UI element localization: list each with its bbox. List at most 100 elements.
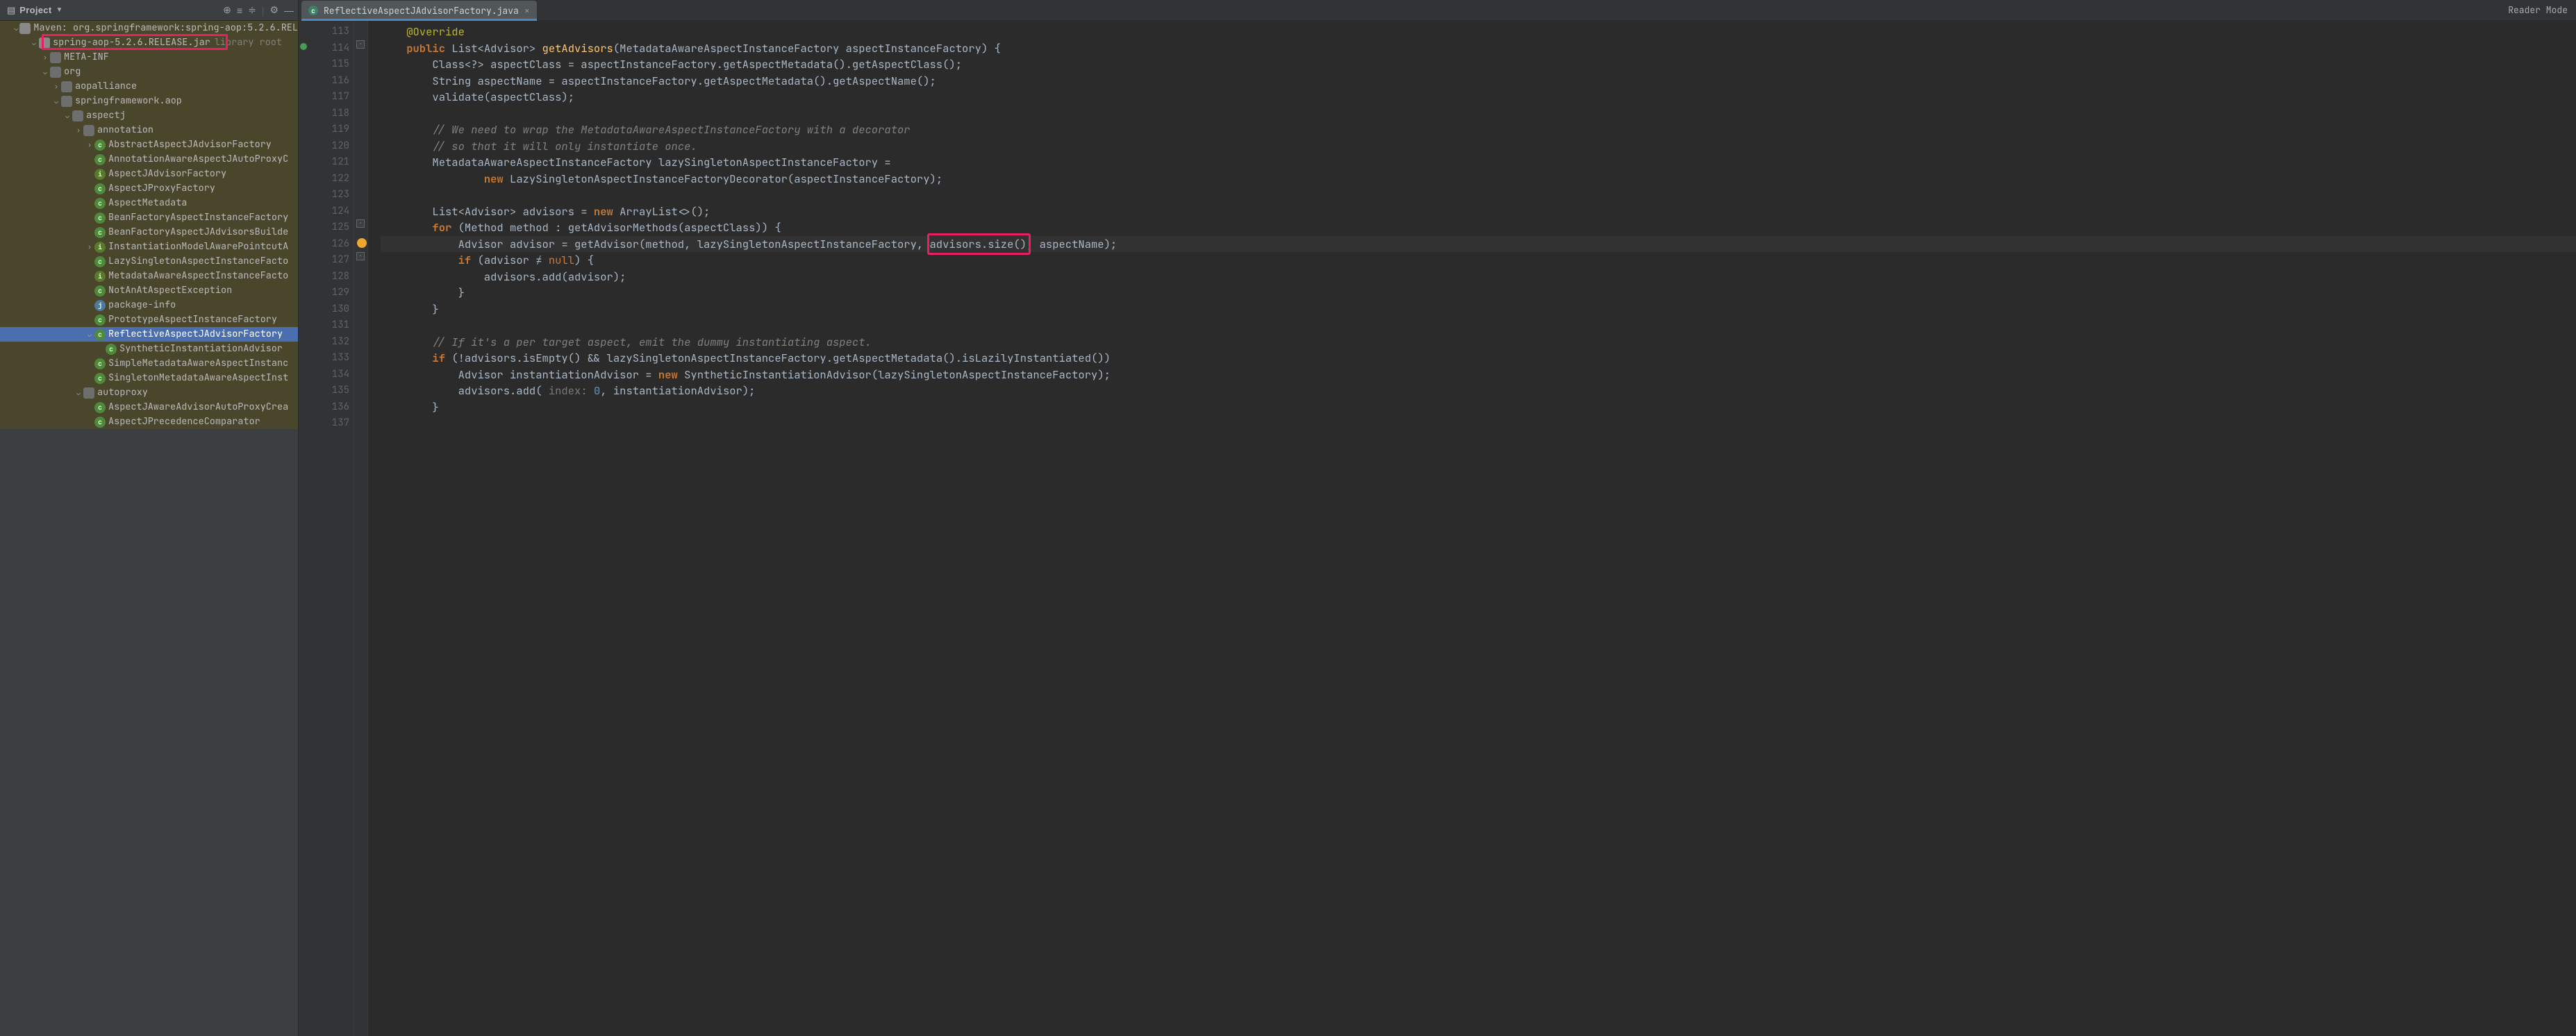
code-line[interactable]: if (!advisors.isEmpty() && lazySingleton… bbox=[381, 350, 2576, 367]
chevron-icon[interactable]: ⌄ bbox=[63, 108, 72, 123]
chevron-icon[interactable]: ⌄ bbox=[13, 21, 19, 35]
code-line[interactable]: validate(aspectClass); bbox=[381, 89, 2576, 106]
tree-row[interactable]: ›META-INF bbox=[0, 50, 298, 65]
tree-row[interactable]: cAspectMetadata bbox=[0, 196, 298, 210]
tree-row[interactable]: cAspectJProxyFactory bbox=[0, 181, 298, 196]
tree-row[interactable]: cNotAnAtAspectException bbox=[0, 283, 298, 298]
override-gutter-icon[interactable] bbox=[300, 43, 307, 50]
tree-row[interactable]: cBeanFactoryAspectInstanceFactory bbox=[0, 210, 298, 225]
code-line[interactable]: advisors.add( index: 0, instantiationAdv… bbox=[381, 383, 2576, 399]
tree-row[interactable]: ⌄org bbox=[0, 65, 298, 79]
tree-row[interactable]: cSyntheticInstantiationAdvisor bbox=[0, 342, 298, 356]
chevron-icon[interactable]: › bbox=[85, 137, 94, 152]
tree-row[interactable]: cPrototypeAspectInstanceFactory bbox=[0, 312, 298, 327]
sidebar-title[interactable]: ▤ Project ▼ bbox=[7, 5, 63, 16]
chevron-icon[interactable]: ⌄ bbox=[29, 35, 39, 50]
tree-row[interactable]: ⌄cReflectiveAspectJAdvisorFactory bbox=[0, 327, 298, 342]
expand-icon[interactable]: ≡ bbox=[237, 5, 242, 16]
code-line[interactable] bbox=[381, 415, 2576, 432]
tree-row[interactable]: cSimpleMetadataAwareAspectInstanc bbox=[0, 356, 298, 371]
tree-row[interactable]: cSingletonMetadataAwareAspectInst bbox=[0, 371, 298, 385]
code-line[interactable]: } bbox=[381, 285, 2576, 301]
chevron-icon[interactable]: ⌄ bbox=[40, 65, 50, 79]
tree-row[interactable]: cAspectJPrecedenceComparator bbox=[0, 415, 298, 429]
code-line[interactable]: } bbox=[381, 399, 2576, 416]
tree-item-label: AnnotationAwareAspectJAutoProxyC bbox=[108, 152, 288, 167]
locate-icon[interactable]: ⊕ bbox=[223, 4, 231, 16]
tree-row[interactable]: ⌄spring-aop-5.2.6.RELEASE.jarlibrary roo… bbox=[0, 35, 298, 50]
line-number: 136 bbox=[299, 399, 349, 416]
tree-row[interactable]: iAspectJAdvisorFactory bbox=[0, 167, 298, 181]
tree-row[interactable]: ⌄Maven: org.springframework:spring-aop:5… bbox=[0, 21, 298, 35]
fold-toggle-icon[interactable]: - bbox=[356, 40, 365, 49]
chevron-icon[interactable]: › bbox=[85, 240, 94, 254]
fold-toggle-icon[interactable]: - bbox=[356, 252, 365, 260]
line-number: 117 bbox=[299, 89, 349, 106]
code-line[interactable]: Advisor advisor = getAdvisor(method, laz… bbox=[381, 236, 2576, 253]
code-line[interactable]: // If it's a per target aspect, emit the… bbox=[381, 334, 2576, 351]
tree-item-label: spring-aop-5.2.6.RELEASE.jar bbox=[53, 35, 210, 50]
chevron-icon[interactable]: ⌄ bbox=[85, 327, 94, 342]
tree-row[interactable]: ›aopalliance bbox=[0, 79, 298, 94]
code-line[interactable] bbox=[381, 187, 2576, 203]
project-tree[interactable]: ⌄Maven: org.springframework:spring-aop:5… bbox=[0, 21, 298, 1036]
chevron-icon[interactable]: ⌄ bbox=[74, 385, 83, 400]
code-line[interactable] bbox=[381, 317, 2576, 334]
code-line[interactable]: String aspectName = aspectInstanceFactor… bbox=[381, 73, 2576, 90]
code-line[interactable]: if (advisor ≠ null) { bbox=[381, 252, 2576, 269]
cls-c-icon: c bbox=[106, 344, 117, 355]
cls-i-icon: i bbox=[94, 271, 106, 282]
tree-row[interactable]: ›cAbstractAspectJAdvisorFactory bbox=[0, 137, 298, 152]
code-line[interactable]: new LazySingletonAspectInstanceFactoryDe… bbox=[381, 171, 2576, 187]
tree-row[interactable]: jpackage-info bbox=[0, 298, 298, 312]
code-line[interactable]: // We need to wrap the MetadataAwareAspe… bbox=[381, 122, 2576, 138]
chevron-icon[interactable]: › bbox=[51, 79, 61, 94]
line-number-gutter: 1131141151161171181191201211221231241251… bbox=[299, 21, 354, 1036]
close-icon[interactable]: × bbox=[524, 5, 530, 17]
code-line[interactable]: List<Advisor> advisors = new ArrayList<>… bbox=[381, 203, 2576, 220]
cls-c-icon: c bbox=[94, 358, 106, 369]
tree-row[interactable]: ⌄ springframework.aop bbox=[0, 94, 298, 108]
code-line[interactable]: MetadataAwareAspectInstanceFactory lazyS… bbox=[381, 154, 2576, 171]
dropdown-icon[interactable]: ▼ bbox=[56, 6, 63, 14]
gear-icon[interactable]: ⚙ bbox=[269, 4, 279, 16]
tree-row[interactable]: ›iInstantiationModelAwarePointcutA bbox=[0, 240, 298, 254]
line-number: 116 bbox=[299, 73, 349, 90]
code-line[interactable]: } bbox=[381, 301, 2576, 318]
minimize-icon[interactable]: — bbox=[284, 5, 294, 16]
line-number: 128 bbox=[299, 269, 349, 285]
tree-row[interactable]: cLazySingletonAspectInstanceFacto bbox=[0, 254, 298, 269]
collapse-icon[interactable]: ≑ bbox=[248, 4, 256, 16]
tree-row[interactable]: ⌄autoproxy bbox=[0, 385, 298, 400]
line-number: 122 bbox=[299, 171, 349, 187]
intention-bulb-icon[interactable] bbox=[357, 238, 367, 248]
code-line[interactable]: // so that it will only instantiate once… bbox=[381, 138, 2576, 155]
code-line[interactable]: Advisor instantiationAdvisor = new Synth… bbox=[381, 367, 2576, 383]
code-line[interactable]: Class<?> aspectClass = aspectInstanceFac… bbox=[381, 56, 2576, 73]
cls-c-icon: c bbox=[94, 402, 106, 413]
line-number: 118 bbox=[299, 106, 349, 122]
cls-j-icon: j bbox=[94, 300, 106, 311]
tree-row[interactable]: cAnnotationAwareAspectJAutoProxyC bbox=[0, 152, 298, 167]
tree-row[interactable]: iMetadataAwareAspectInstanceFacto bbox=[0, 269, 298, 283]
reader-mode-label[interactable]: Reader Mode bbox=[2508, 4, 2568, 16]
tree-row[interactable]: ›annotation bbox=[0, 123, 298, 137]
line-number: 131 bbox=[299, 317, 349, 334]
tree-row[interactable]: cAspectJAwareAdvisorAutoProxyCrea bbox=[0, 400, 298, 415]
cls-c-icon: c bbox=[94, 285, 106, 296]
chevron-icon[interactable]: › bbox=[40, 50, 50, 65]
tree-item-label: springframework.aop bbox=[75, 94, 182, 108]
chevron-icon[interactable]: ⌄ bbox=[51, 94, 61, 108]
code-line[interactable] bbox=[381, 106, 2576, 122]
code-editor[interactable]: @Override public List<Advisor> getAdviso… bbox=[368, 21, 2576, 1036]
tab-file[interactable]: c ReflectiveAspectJAdvisorFactory.java × bbox=[301, 1, 537, 20]
chevron-icon[interactable]: › bbox=[74, 123, 83, 137]
code-line[interactable]: public List<Advisor> getAdvisors(Metadat… bbox=[381, 40, 2576, 57]
code-line[interactable]: for (Method method : getAdvisorMethods(a… bbox=[381, 219, 2576, 236]
code-line[interactable]: @Override bbox=[381, 24, 2576, 40]
line-number: 119 bbox=[299, 122, 349, 138]
code-line[interactable]: advisors.add(advisor); bbox=[381, 269, 2576, 285]
fold-toggle-icon[interactable]: - bbox=[356, 219, 365, 228]
tree-row[interactable]: ⌄aspectj bbox=[0, 108, 298, 123]
tree-row[interactable]: cBeanFactoryAspectJAdvisorsBuilde bbox=[0, 225, 298, 240]
